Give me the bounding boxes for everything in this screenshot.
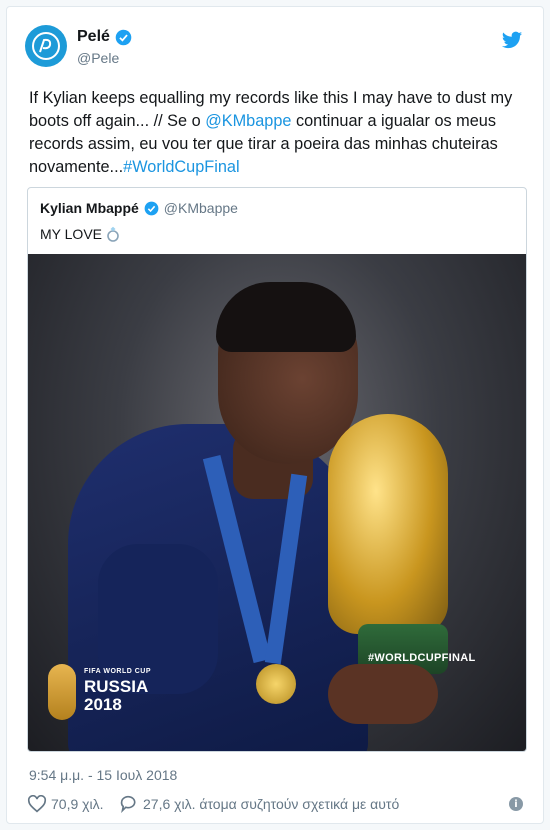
info-icon[interactable]: i <box>509 797 523 811</box>
verified-badge-icon <box>144 201 159 215</box>
tweet-header: Pelé @Pele <box>25 25 523 75</box>
like-count: 70,9 χιλ. <box>51 796 104 812</box>
author-display-name[interactable]: Pelé <box>77 28 110 46</box>
tweet-card: Pelé @Pele If Kylian keeps equalling my … <box>6 6 544 824</box>
world-cup-logo-line1: RUSSIA <box>84 677 149 696</box>
medal <box>256 664 296 704</box>
reply-bubble-icon <box>120 795 136 813</box>
verified-badge-icon <box>115 29 132 45</box>
reply-action[interactable]: 27,6 χιλ. άτομα συζητούν σχετικά με αυτό <box>119 795 399 813</box>
quoted-author-handle: @KMbappe <box>163 200 238 216</box>
world-cup-emblem-icon <box>48 664 76 720</box>
like-action[interactable]: 70,9 χιλ. <box>27 795 104 813</box>
ring-icon <box>107 226 119 242</box>
quoted-tweet-header: Kylian Mbappé @KMbappe <box>40 200 238 216</box>
quoted-tweet-text: MY LOVE <box>40 226 120 242</box>
photo-hashtag-overlay: #WORLDCUPFINAL <box>368 652 476 664</box>
reply-count: 27,6 χιλ. άτομα συζητούν σχετικά με αυτό <box>143 796 400 812</box>
world-cup-logo: FIFA WORLD CUP RUSSIA 2018 <box>48 664 218 724</box>
world-cup-trophy <box>328 414 448 634</box>
player-hair <box>216 282 356 352</box>
tweet-actions: 70,9 χιλ. 27,6 χιλ. άτομα συζητούν σχετι… <box>27 795 523 817</box>
mention-link[interactable]: @KMbappe <box>205 112 291 130</box>
heart-icon <box>27 795 47 813</box>
tweet-text: If Kylian keeps equalling my records lik… <box>29 87 529 179</box>
hashtag-link[interactable]: #WorldCupFinal <box>123 158 239 176</box>
author-names: Pelé @Pele <box>77 28 132 66</box>
quoted-text: MY LOVE <box>40 226 102 242</box>
world-cup-logo-line2: 2018 <box>84 695 122 714</box>
quoted-photo[interactable]: FIFA WORLD CUP RUSSIA 2018 #WORLDCUPFINA… <box>28 254 526 751</box>
world-cup-logo-text: RUSSIA 2018 <box>84 678 148 714</box>
quoted-tweet[interactable]: Kylian Mbappé @KMbappe MY LOVE FIFA WORL… <box>27 187 527 752</box>
author-handle[interactable]: @Pele <box>77 50 132 66</box>
world-cup-logo-small: FIFA WORLD CUP <box>84 668 152 675</box>
twitter-bird-icon[interactable] <box>501 29 523 51</box>
pele-logo-icon <box>32 32 60 60</box>
player-hand <box>328 664 438 724</box>
tweet-timestamp[interactable]: 9:54 μ.μ. - 15 Ιουλ 2018 <box>29 767 177 783</box>
avatar[interactable] <box>25 25 67 67</box>
quoted-author-name: Kylian Mbappé <box>40 200 139 216</box>
